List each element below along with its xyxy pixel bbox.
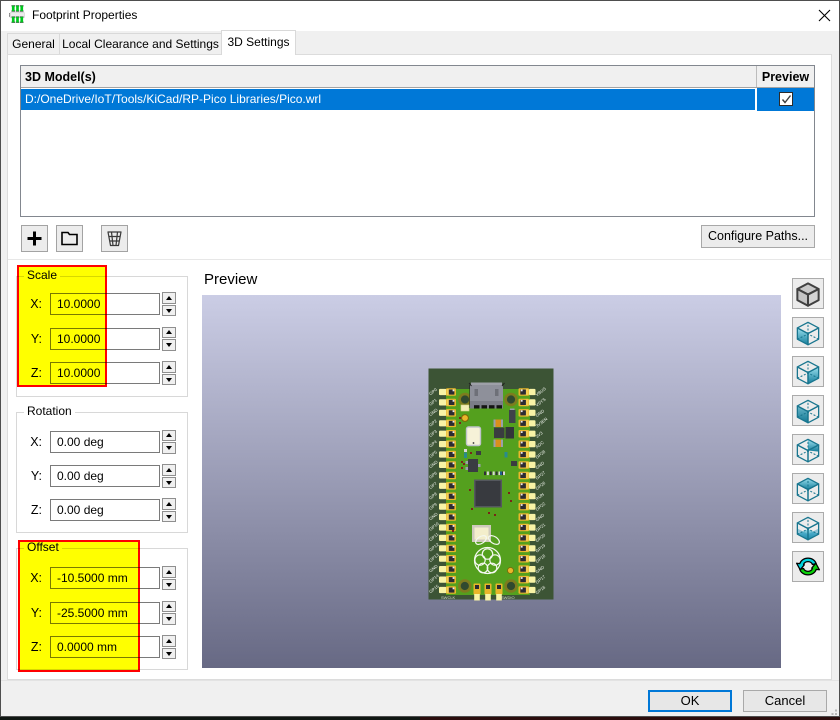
svg-text:SWDIO: SWDIO: [501, 595, 515, 600]
svg-text:SWCLK: SWCLK: [441, 595, 456, 600]
